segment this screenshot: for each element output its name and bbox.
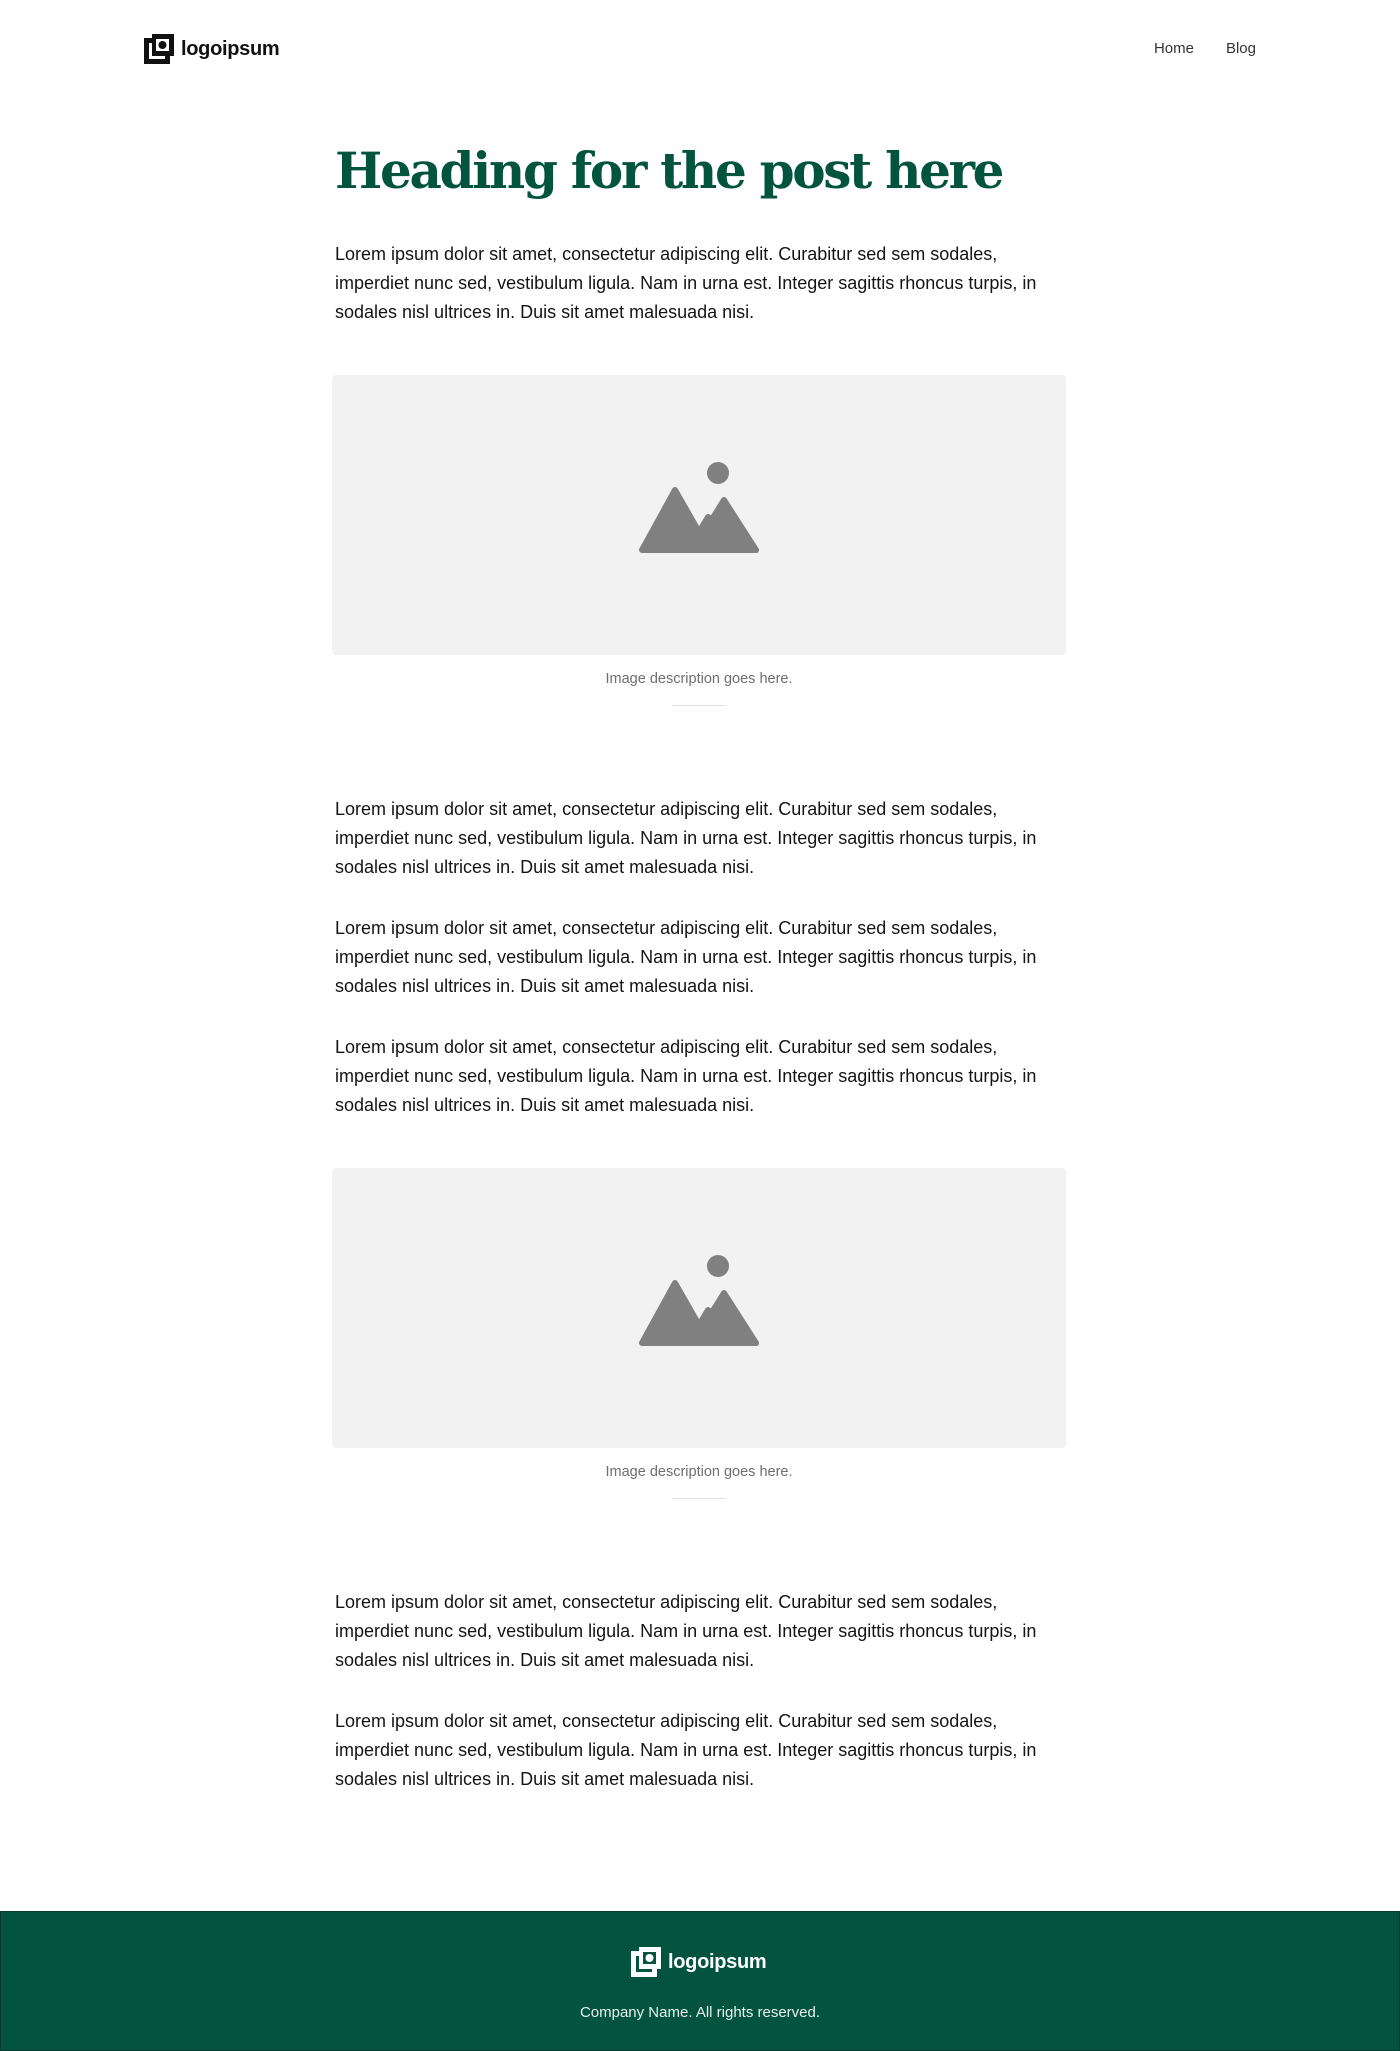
image-placeholder-icon [639,1255,759,1346]
post-paragraph: Lorem ipsum dolor sit amet, consectetur … [335,799,1037,877]
image-placeholder-icon [639,462,759,553]
caption-divider [672,705,726,706]
nav-link-blog[interactable]: Blog [1226,40,1256,57]
post-paragraph: Lorem ipsum dolor sit amet, consectetur … [335,1037,1037,1115]
post-paragraph: Lorem ipsum dolor sit amet, consectetur … [335,1711,1037,1789]
image-placeholder [332,375,1066,655]
post-paragraph: Lorem ipsum dolor sit amet, consectetur … [335,918,1037,996]
footer-logo-text: logoipsum [668,1950,767,1973]
post-figure: Image description goes here. [332,1168,1066,1499]
logo-text: logoipsum [181,37,280,60]
nav-link-home[interactable]: Home [1154,40,1194,57]
footer-logo[interactable]: logoipsum [631,1947,767,1977]
logo-icon [144,34,174,64]
post-figure: Image description goes here. [332,375,1066,706]
header-logo[interactable]: logoipsum [144,34,280,64]
figure-caption: Image description goes here. [605,1464,793,1480]
figure-caption: Image description goes here. [605,671,793,687]
site-header: logoipsum Home Blog [0,0,1400,100]
copyright-text: Company Name. All rights reserved. [579,2004,821,2021]
image-placeholder [332,1168,1066,1448]
post-paragraph: Lorem ipsum dolor sit amet, consectetur … [335,244,1037,322]
site-footer: logoipsum Company Name. All rights reser… [0,1911,1400,2051]
top-nav: Home Blog [1154,40,1256,57]
post-title: Heading for the post here [335,141,1004,200]
caption-divider [672,1498,726,1499]
logo-icon [631,1947,661,1977]
post-paragraph: Lorem ipsum dolor sit amet, consectetur … [335,1592,1037,1670]
